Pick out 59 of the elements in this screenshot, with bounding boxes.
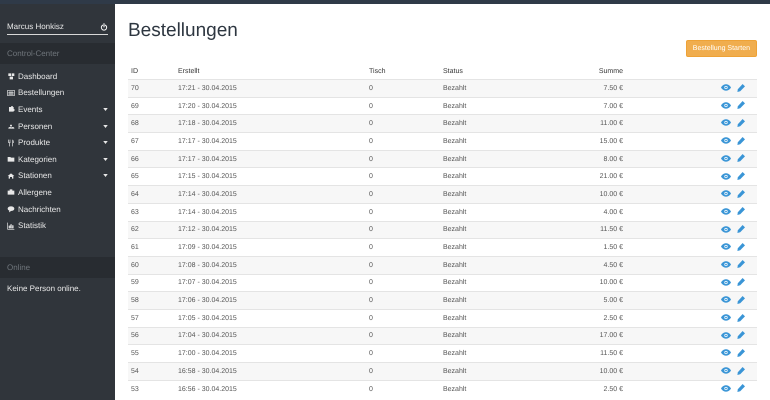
nav-item[interactable]: Produkte xyxy=(0,134,115,151)
pencil-icon[interactable] xyxy=(737,314,745,322)
eye-icon[interactable] xyxy=(721,332,731,339)
eye-icon[interactable] xyxy=(721,260,731,268)
nav-item[interactable]: Events xyxy=(0,101,115,118)
power-icon[interactable] xyxy=(100,22,108,30)
eye-icon[interactable] xyxy=(721,172,731,180)
nav-item[interactable]: Allergene xyxy=(0,184,115,201)
eye-icon[interactable] xyxy=(721,226,731,233)
eye-icon[interactable] xyxy=(721,314,731,322)
eye-icon[interactable] xyxy=(721,278,731,286)
pencil-icon[interactable] xyxy=(737,366,745,375)
pencil-icon[interactable] xyxy=(737,242,745,251)
pencil-icon[interactable] xyxy=(737,136,745,145)
eye-icon[interactable] xyxy=(721,119,731,126)
nav-item[interactable]: Personen xyxy=(0,118,115,134)
nav-item[interactable]: Kategorien xyxy=(0,150,115,168)
pencil-icon[interactable] xyxy=(737,190,745,198)
speech-bubble-icon xyxy=(7,205,15,214)
pencil-icon[interactable] xyxy=(737,225,745,234)
eye-icon[interactable] xyxy=(721,296,731,304)
nav-item[interactable]: Bestellungen xyxy=(0,84,115,102)
bar-chart-icon xyxy=(7,222,15,230)
grid-icon xyxy=(7,88,15,97)
pencil-icon[interactable] xyxy=(737,260,745,268)
nav-item[interactable]: Dashboard xyxy=(0,68,115,85)
user-name[interactable]: Marcus Honkisz xyxy=(7,22,64,31)
eye-icon[interactable] xyxy=(721,367,731,374)
folder-icon xyxy=(7,155,15,164)
pencil-icon[interactable] xyxy=(737,296,745,304)
eye-icon[interactable] xyxy=(721,384,731,392)
page-title: Bestellungen xyxy=(128,20,239,42)
home-icon xyxy=(7,172,15,180)
pencil-icon[interactable] xyxy=(737,101,745,110)
pencil-icon[interactable] xyxy=(737,331,745,340)
pencil-icon[interactable] xyxy=(737,84,745,92)
pencil-icon[interactable] xyxy=(737,207,745,216)
eye-icon[interactable] xyxy=(721,137,731,144)
eye-icon[interactable] xyxy=(721,84,731,92)
eye-icon[interactable] xyxy=(721,349,731,356)
pencil-icon[interactable] xyxy=(737,154,745,162)
pencil-icon[interactable] xyxy=(737,348,745,357)
pencil-icon[interactable] xyxy=(737,384,745,392)
cutlery-icon xyxy=(7,138,15,147)
users-icon xyxy=(7,122,15,130)
section-title: Control-Center xyxy=(7,49,60,58)
nav-item[interactable]: Stationen xyxy=(0,168,115,184)
pencil-icon[interactable] xyxy=(737,172,745,180)
status-text: Keine Person online. xyxy=(6,282,82,295)
pencil-icon[interactable] xyxy=(737,278,745,286)
nav-item[interactable]: Statistik xyxy=(0,217,115,234)
nav-item[interactable]: Nachrichten xyxy=(0,200,115,218)
eye-icon[interactable] xyxy=(721,190,731,198)
pencil-icon[interactable] xyxy=(737,118,745,127)
eye-icon[interactable] xyxy=(721,243,731,250)
eye-icon[interactable] xyxy=(721,102,731,109)
section-title: Online xyxy=(7,262,30,272)
eye-icon[interactable] xyxy=(721,154,731,162)
eye-icon[interactable] xyxy=(721,208,731,215)
